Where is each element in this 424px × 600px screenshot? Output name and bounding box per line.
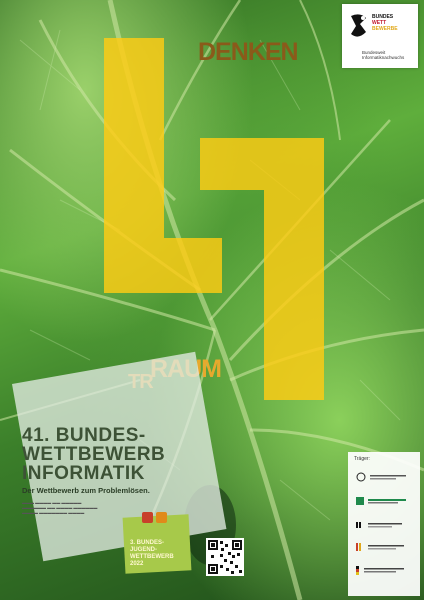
- word-denken: DENKEN: [198, 38, 299, 66]
- title-line-2: WETTBEWERB: [22, 444, 166, 465]
- title-line-1: 41. BUNDES-: [22, 425, 146, 446]
- sponsor-logo-2-icon: [356, 497, 406, 505]
- yellow-shape-horizontal-right: [200, 138, 264, 190]
- badge-red: [142, 512, 153, 523]
- qr-code-icon[interactable]: [206, 538, 244, 576]
- yellow-shape-horizontal-left: [164, 238, 222, 293]
- logo-line-3: BEWERBE: [372, 26, 398, 32]
- junior-line-1: 3. BUNDES-: [130, 540, 165, 546]
- sponsor-logo-3-icon: [356, 522, 402, 528]
- sponsor-logo-1-icon: [356, 472, 406, 482]
- junior-line-2: JUGEND-: [130, 547, 158, 553]
- yellow-shape-vertical-left: [104, 38, 164, 293]
- small-print-line: ▬▬▬▬ ▬▬▬▬▬▬▬ ▬▬▬▬: [22, 510, 85, 515]
- poster: DENKEN RAUM TR BUNDES WETT BEWERBE Bunde…: [0, 0, 424, 600]
- title-line-3: INFORMATIK: [22, 463, 145, 484]
- logo-subtitle: Bundesweit Informatiknachwuchs: [362, 50, 405, 60]
- junior-competition-text: 3. BUNDES- JUGEND- WETTBEWERB 2022: [130, 540, 174, 568]
- logo-text: BUNDES WETT BEWERBE: [372, 14, 398, 32]
- junior-line-4: 2022: [130, 561, 144, 567]
- sponsor-logo-5-icon: [356, 566, 404, 575]
- junior-line-3: WETTBEWERB: [130, 554, 174, 560]
- bundesweite-logo: BUNDES WETT BEWERBE Bundesweit Informati…: [342, 4, 418, 68]
- tagline: Der Wettbewerb zum Problemlösen.: [22, 486, 150, 495]
- competition-info: 41. BUNDES- WETTBEWERB INFORMATIK Der We…: [22, 426, 222, 515]
- yellow-shape-vertical-right: [264, 138, 324, 400]
- sponsors-label: Träger:: [354, 456, 370, 462]
- badge-orange: [156, 512, 167, 523]
- sponsor-logo-4-icon: [356, 543, 404, 551]
- logo-mark-icon: [351, 14, 366, 37]
